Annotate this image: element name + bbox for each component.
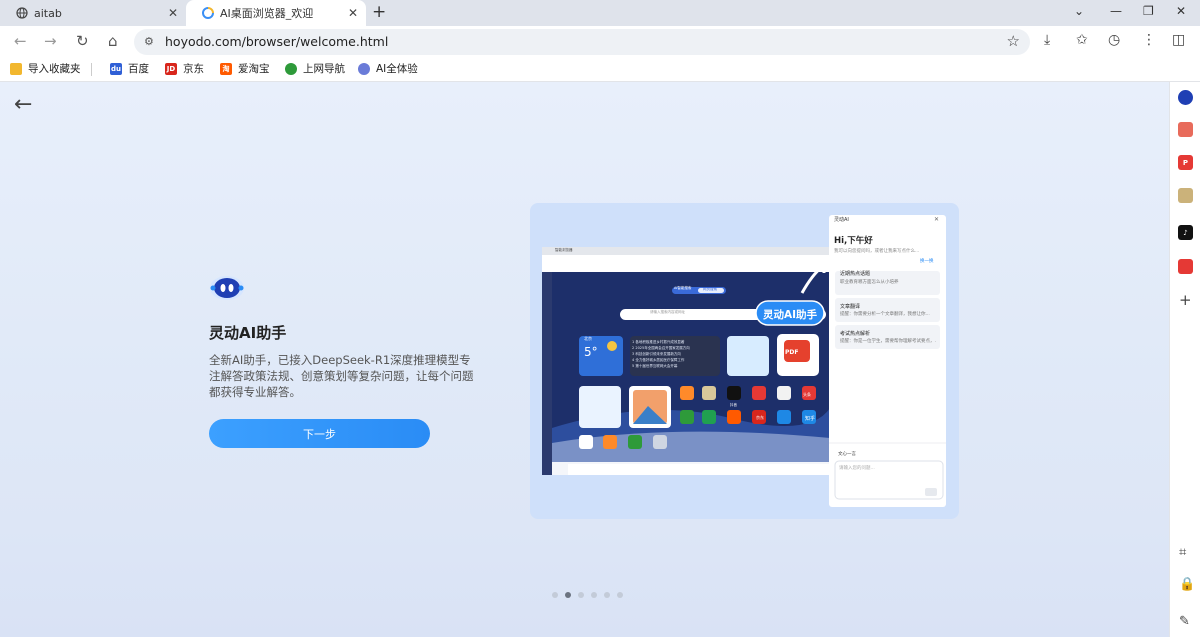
panel-card-body: 职业教育哪方面怎么从小培养	[840, 280, 899, 285]
jd-icon: JD	[165, 62, 177, 75]
panel-card-title[interactable]: 近期热点话题	[840, 270, 870, 277]
mini-news-list: 1 各地积极推进乡村振兴成效显著 2 2025年全国两会召开国家发展方向 3 科…	[632, 339, 718, 369]
site-info-icon[interactable]: ⚙	[144, 35, 154, 48]
baidu-icon: du	[110, 62, 122, 75]
navigation-icon	[285, 62, 297, 75]
bookmark-jd[interactable]: JD 京东	[165, 61, 204, 76]
image-tool-icon[interactable]	[1178, 122, 1193, 137]
right-sidebar: P ♪ + ⌗ 🔒 ✎	[1169, 82, 1200, 637]
bookmark-label: 爱淘宝	[238, 63, 270, 75]
menu-icon[interactable]: ⋮	[1142, 32, 1156, 48]
panel-close-icon[interactable]: ✕	[934, 216, 939, 223]
back-nav-icon[interactable]: ←	[14, 32, 27, 50]
bookmark-label: 导入收藏夹	[28, 63, 81, 75]
minimize-icon[interactable]: —	[1110, 4, 1122, 18]
bookmark-star-icon[interactable]: ☆	[1007, 32, 1020, 50]
panel-refresh[interactable]: 换一换	[920, 258, 934, 264]
panel-model-select[interactable]: 文心一言	[838, 451, 856, 457]
forward-nav-icon[interactable]: →	[44, 32, 57, 50]
mini-pdf-icon: PDF	[785, 349, 799, 356]
panel-card-body: 提醒：你需要分析一个文章翻译，我想让你...	[840, 312, 930, 317]
ai-assistant-icon[interactable]	[1178, 90, 1193, 105]
bookmark-label: 上网导航	[303, 63, 345, 75]
address-bar[interactable]: ⚙ hoyodo.com/browser/welcome.html ☆	[134, 29, 1030, 55]
pagination-dot[interactable]	[591, 592, 597, 598]
download-icon[interactable]: ⤓	[1044, 32, 1050, 48]
panel-card-title[interactable]: 文章翻译	[840, 303, 860, 310]
bookmark-label: 百度	[128, 63, 149, 75]
mini-app-label: 京东	[756, 415, 764, 420]
tab-aitab[interactable]: aitab ✕	[0, 0, 186, 26]
feature-description: 全新AI助手，已接入DeepSeek-R1深度推理模型专注解答政策法规、创意策划…	[209, 353, 474, 399]
pagination-dot-active[interactable]	[565, 592, 571, 598]
bookmark-divider	[91, 63, 92, 76]
close-window-icon[interactable]: ✕	[1176, 4, 1186, 18]
tab-title: AI桌面浏览器_欢迎	[220, 7, 314, 20]
history-icon[interactable]: ◷	[1108, 32, 1120, 48]
edit-icon[interactable]: ✎	[1179, 614, 1190, 629]
panel-card-title[interactable]: 考试热点解析	[840, 330, 870, 337]
bookmark-label: 京东	[183, 63, 204, 75]
panel-input[interactable]: 请输入您的问题...	[839, 465, 875, 471]
globe-icon	[16, 7, 28, 19]
bookmark-baidu[interactable]: du 百度	[110, 61, 149, 76]
back-arrow-icon[interactable]: ←	[14, 92, 32, 117]
folder-icon	[10, 62, 22, 75]
mini-tab-title: 智能浏览器	[555, 248, 573, 252]
favorites-icon[interactable]: ✩	[1076, 32, 1088, 48]
add-sidebar-icon[interactable]: +	[1179, 291, 1192, 309]
ai-assistant-logo-icon	[209, 275, 245, 301]
reload-icon[interactable]: ↻	[76, 32, 89, 50]
tab-search-icon[interactable]: ⌄	[1074, 4, 1084, 18]
tab-title: aitab	[34, 6, 62, 20]
panel-header: 灵动AI	[834, 217, 849, 223]
mini-app-label: 头条	[803, 392, 811, 397]
bookmark-navigation[interactable]: 上网导航	[285, 61, 345, 76]
url-text[interactable]: hoyodo.com/browser/welcome.html	[165, 34, 388, 49]
game-icon[interactable]	[1178, 188, 1193, 203]
taobao-icon: 淘	[220, 62, 232, 75]
mini-app-label: 抖音	[730, 403, 737, 407]
mini-app-label: 知乎	[805, 416, 816, 422]
panel-subtitle: 我可以向您提问吗，或者让我来写点什么...	[834, 249, 920, 254]
bookmark-ai-experience[interactable]: AI全体验	[358, 61, 418, 76]
tab-bar: aitab ✕ AI桌面浏览器_欢迎 ✕ + ⌄ — ❐ ✕	[0, 0, 1200, 26]
bookmark-taobao[interactable]: 淘 爱淘宝	[220, 61, 270, 76]
panel-card-body: 提醒：你是一位学生，需要帮你理解考试要点，...	[840, 339, 936, 344]
bookmark-import[interactable]: 导入收藏夹	[10, 61, 81, 76]
preview-badge: 灵动AI助手	[762, 308, 818, 321]
mini-search-tab: AI智能搜索	[674, 286, 692, 290]
restore-icon[interactable]: ❐	[1143, 4, 1154, 18]
tab-close-icon[interactable]: ✕	[168, 6, 178, 20]
home-icon[interactable]: ⌂	[108, 32, 118, 50]
pdf-tool-icon[interactable]: P	[1178, 155, 1193, 170]
ai-experience-icon	[358, 62, 370, 75]
news-icon[interactable]	[1178, 259, 1193, 274]
bookmarks-bar: 导入收藏夹 du 百度 JD 京东 淘 爱淘宝 上网导航 AI全体验	[0, 57, 1200, 82]
bookmark-label: AI全体验	[376, 63, 418, 75]
browser-logo-icon	[202, 7, 214, 19]
crop-icon[interactable]: ⌗	[1179, 545, 1186, 560]
pagination-dot[interactable]	[552, 592, 558, 598]
mini-weather-city: 北京	[584, 336, 592, 341]
toolbar: ← → ↻ ⌂ ⚙ hoyodo.com/browser/welcome.htm…	[0, 26, 1200, 57]
next-step-button[interactable]: 下一步	[209, 419, 430, 448]
pagination-dot[interactable]	[604, 592, 610, 598]
pagination-dots	[552, 592, 623, 598]
tab-welcome[interactable]: AI桌面浏览器_欢迎 ✕	[186, 0, 366, 26]
pagination-dot[interactable]	[578, 592, 584, 598]
mini-news-item: 5 第十届世界互联网大会开幕	[632, 364, 678, 368]
tiktok-icon[interactable]: ♪	[1178, 225, 1193, 240]
welcome-page: ← 灵动AI助手 全新AI助手，已接入DeepSeek-R1深度推理模型专注解答…	[0, 82, 1169, 637]
lock-icon[interactable]: 🔒	[1179, 577, 1195, 592]
mini-search-input: 请输入搜索内容或网址	[650, 310, 685, 314]
mini-search-tab: 网页搜索	[703, 287, 717, 291]
mini-weather-temp: 5°	[584, 345, 598, 359]
tab-close-icon[interactable]: ✕	[348, 6, 358, 20]
sidebar-toggle-icon[interactable]: ◫	[1172, 32, 1185, 48]
pagination-dot[interactable]	[617, 592, 623, 598]
new-tab-icon[interactable]: +	[372, 2, 386, 22]
panel-greeting: Hi,下午好	[834, 236, 873, 246]
feature-title: 灵动AI助手	[209, 324, 287, 342]
